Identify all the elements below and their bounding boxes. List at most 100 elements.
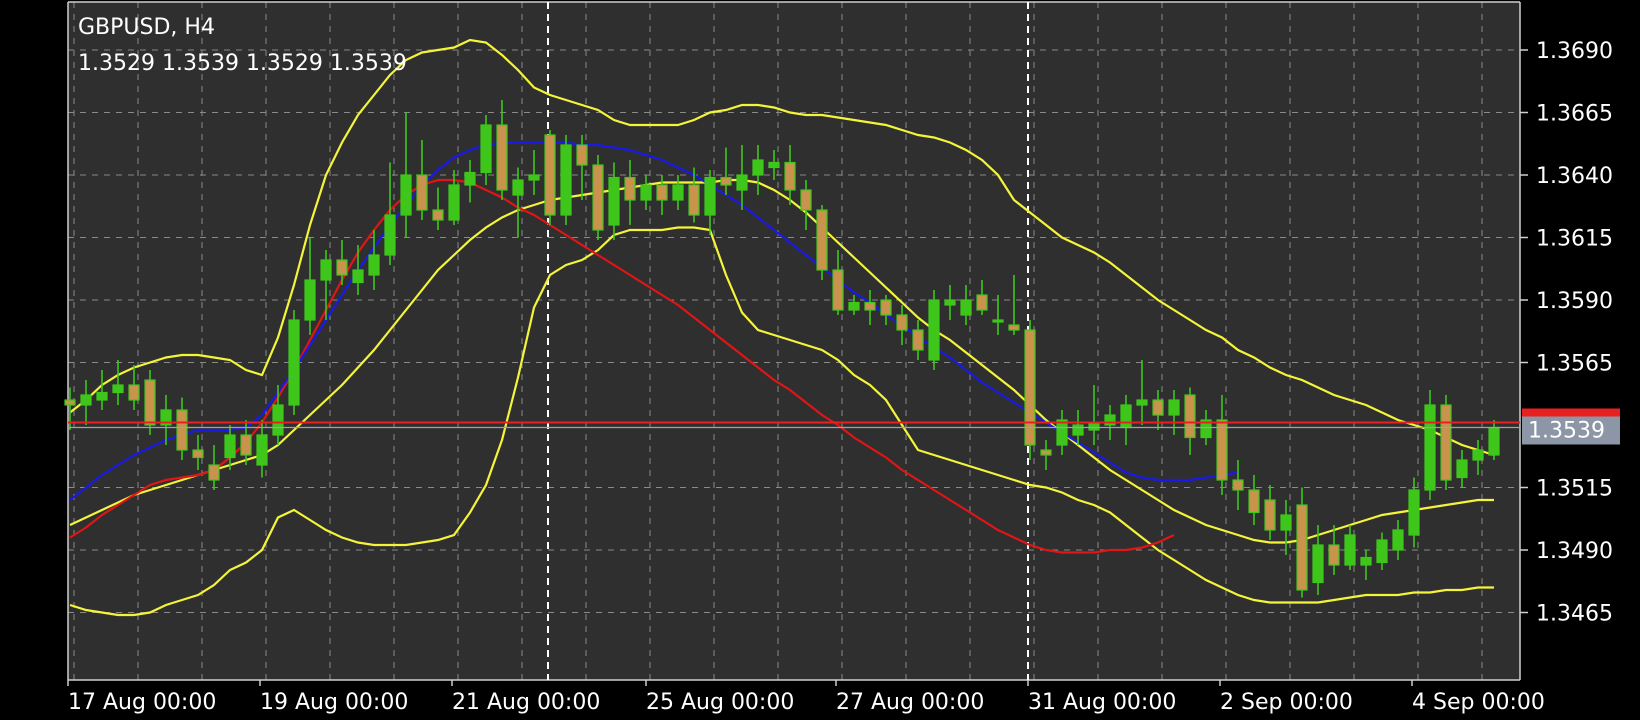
price-axis-label: 1.3590: [1536, 289, 1613, 314]
candle-body: [1232, 479, 1244, 491]
candle-body: [144, 379, 156, 426]
candle-body: [736, 174, 748, 191]
current-price-marker: [1522, 408, 1620, 417]
candle-body: [1152, 399, 1164, 416]
price-axis-label: 1.3690: [1536, 39, 1613, 64]
candle-body: [1408, 489, 1420, 536]
candle-body: [1392, 529, 1404, 551]
candle: [560, 135, 572, 225]
candle-body: [1264, 499, 1276, 531]
candle-body: [672, 184, 684, 201]
candle-body: [864, 301, 876, 311]
time-axis-label: 21 Aug 00:00: [452, 690, 600, 715]
candle-body: [1008, 324, 1020, 331]
candle-body: [1280, 514, 1292, 531]
price-axis-label: 1.3640: [1536, 164, 1613, 189]
candle-body: [464, 171, 476, 186]
candle-body: [944, 299, 956, 306]
candle-body: [1136, 399, 1148, 406]
candle-body: [112, 384, 124, 394]
candle-body: [992, 319, 1004, 323]
candle-body: [640, 184, 652, 201]
candle-body: [832, 269, 844, 311]
candle-body: [1184, 394, 1196, 439]
candle-body: [800, 189, 812, 211]
candle-body: [528, 174, 540, 181]
candle-body: [608, 176, 620, 226]
price-axis-label: 1.3565: [1536, 352, 1613, 377]
candle-body: [1360, 556, 1372, 566]
candle-body: [1120, 404, 1132, 429]
candle-body: [880, 299, 892, 316]
time-axis-label: 27 Aug 00:00: [836, 690, 984, 715]
candle-body: [1248, 489, 1260, 514]
candle-body: [240, 434, 252, 456]
price-axis-label: 1.3615: [1536, 227, 1613, 252]
candle-body: [384, 214, 396, 256]
candle-body: [192, 449, 204, 459]
candle-body: [1344, 534, 1356, 566]
candle-body: [768, 161, 780, 169]
candle-body: [432, 209, 444, 221]
candle: [592, 155, 604, 240]
time-axis-label: 25 Aug 00:00: [646, 690, 794, 715]
time-axis-label: 4 Sep 00:00: [1412, 690, 1545, 715]
candle-body: [320, 259, 332, 281]
candle-body: [1328, 544, 1340, 566]
candle-body: [96, 391, 108, 401]
candle-body: [720, 176, 732, 186]
price-axis-label: 1.3515: [1536, 477, 1613, 502]
candle: [1440, 395, 1452, 490]
candle-body: [400, 174, 412, 216]
candle-body: [688, 184, 700, 216]
candle-body: [1040, 449, 1052, 456]
candle-body: [1088, 421, 1100, 431]
price-axis-label: 1.3465: [1536, 602, 1613, 627]
candle-body: [1072, 424, 1084, 436]
chart-window: 1.3690 1.3665 1.3640 1.3615 1.3590 1.3565 1.35…: [0, 0, 1640, 720]
candle-body: [208, 464, 220, 481]
candle: [816, 205, 828, 280]
candle-body: [128, 384, 140, 401]
candle: [288, 310, 300, 415]
price-axis: 1.3690 1.3665 1.3640 1.3615 1.3590 1.3565 1.35…: [1520, 39, 1620, 627]
candle-body: [784, 161, 796, 191]
candle-body: [272, 404, 284, 436]
candle: [928, 290, 940, 370]
candle-body: [304, 279, 316, 321]
candle-body: [592, 164, 604, 231]
candle-body: [480, 124, 492, 174]
candle-body: [912, 329, 924, 351]
candle-body: [752, 159, 764, 176]
candle-body: [960, 299, 972, 316]
ohlc-readout: 1.3529 1.3539 1.3529 1.3539: [78, 51, 407, 76]
candle-body: [1440, 404, 1452, 481]
candle-body: [544, 134, 556, 216]
candle-body: [1456, 459, 1468, 479]
candle-body: [1424, 404, 1436, 491]
candle-body: [176, 409, 188, 451]
candle-body: [336, 259, 348, 276]
candle-body: [656, 184, 668, 201]
candle-body: [976, 294, 988, 311]
candle-body: [1488, 426, 1500, 456]
candle-body: [288, 319, 300, 406]
time-axis-label: 31 Aug 00:00: [1028, 690, 1176, 715]
candle-body: [448, 184, 460, 221]
candle-body: [896, 314, 908, 331]
candle-body: [256, 434, 268, 466]
candle-body: [1168, 399, 1180, 416]
candle-body: [1472, 449, 1484, 461]
candle-body: [1216, 419, 1228, 481]
time-axis-label: 2 Sep 00:00: [1220, 690, 1353, 715]
candle-body: [416, 174, 428, 211]
candle-body: [368, 254, 380, 276]
candle-body: [816, 209, 828, 271]
candle-body: [576, 144, 588, 166]
candle-body: [1296, 504, 1308, 591]
price-chart[interactable]: 1.3690 1.3665 1.3640 1.3615 1.3590 1.3565 1.35…: [0, 0, 1640, 720]
candle: [1424, 390, 1436, 500]
candle-body: [624, 176, 636, 201]
candle-body: [496, 124, 508, 191]
candle-body: [64, 399, 76, 406]
